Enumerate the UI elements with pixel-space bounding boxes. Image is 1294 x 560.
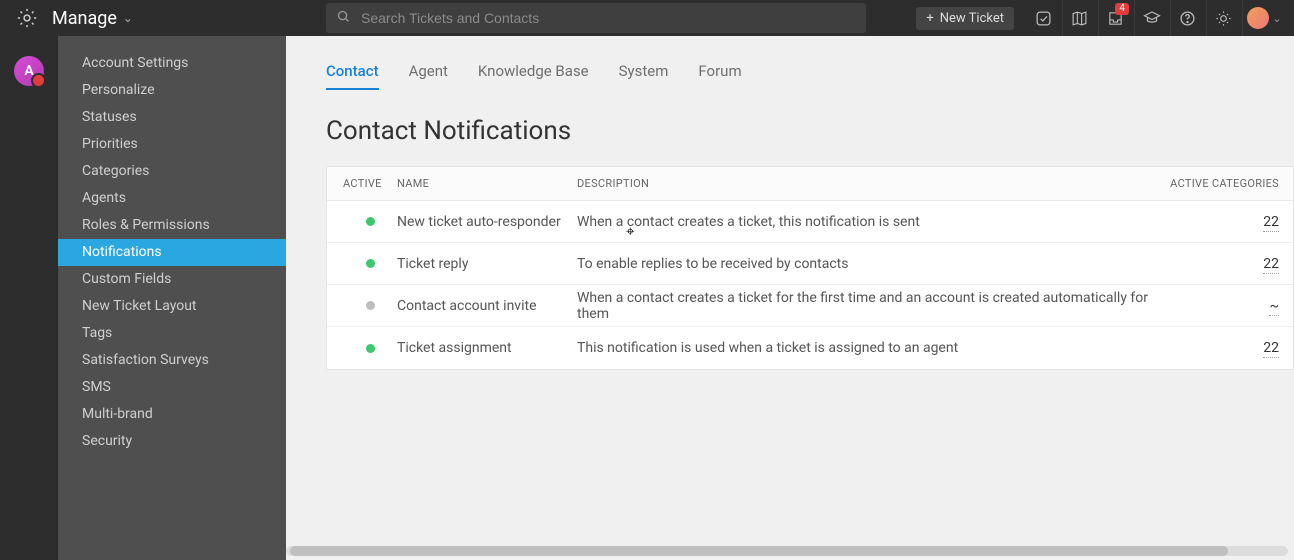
context-switcher[interactable]: Manage ⌄ [52, 8, 133, 29]
tab-system[interactable]: System [619, 62, 669, 90]
search-icon [336, 9, 351, 28]
row-name: New ticket auto-responder [397, 214, 577, 230]
row-name: Ticket reply [397, 256, 577, 272]
table-header: ACTIVE NAME DESCRIPTION ACTIVE CATEGORIE… [327, 167, 1293, 201]
status-dot [366, 217, 375, 226]
row-desc: This notification is used when a ticket … [577, 340, 1153, 356]
status-dot [366, 301, 375, 310]
sidebar-item-account-settings[interactable]: Account Settings [58, 50, 286, 77]
notification-tabs: Contact Agent Knowledge Base System Forum [326, 62, 1294, 90]
tab-knowledge-base[interactable]: Knowledge Base [478, 62, 589, 90]
table-row[interactable]: New ticket auto-responderWhen a contact … [327, 201, 1293, 243]
inbox-icon[interactable]: 4 [1098, 0, 1132, 36]
horizontal-scrollbar[interactable] [286, 546, 1288, 556]
scrollbar-thumb[interactable] [290, 546, 1228, 556]
col-active-header: ACTIVE [327, 177, 397, 190]
sidebar-item-personalize[interactable]: Personalize [58, 77, 286, 104]
settings-sidebar: Account SettingsPersonalizeStatusesPrior… [58, 36, 286, 560]
context-title: Manage [52, 8, 117, 29]
row-categories: 22 [1153, 340, 1293, 356]
sidebar-item-priorities[interactable]: Priorities [58, 131, 286, 158]
status-dot [366, 344, 375, 353]
col-cats-header: ACTIVE CATEGORIES [1153, 177, 1293, 190]
row-categories: ~ [1153, 298, 1293, 314]
col-desc-header: DESCRIPTION [577, 177, 1153, 190]
new-ticket-button[interactable]: + New Ticket [916, 7, 1014, 30]
academy-icon[interactable] [1134, 0, 1168, 36]
workspace-avatar[interactable]: A [14, 56, 44, 86]
tab-forum[interactable]: Forum [698, 62, 741, 90]
row-categories: 22 [1153, 256, 1293, 272]
chevron-down-icon: ⌄ [1272, 12, 1281, 25]
row-desc: When a contact creates a ticket, this no… [577, 214, 1153, 230]
table-row[interactable]: Ticket replyTo enable replies to be rece… [327, 243, 1293, 285]
sidebar-item-categories[interactable]: Categories [58, 158, 286, 185]
row-desc: When a contact creates a ticket for the … [577, 290, 1153, 322]
col-name-header: NAME [397, 177, 577, 190]
topbar: Manage ⌄ + New Ticket 4 [0, 0, 1294, 36]
table-row[interactable]: Ticket assignmentThis notification is us… [327, 327, 1293, 369]
notifications-table: ACTIVE NAME DESCRIPTION ACTIVE CATEGORIE… [326, 166, 1294, 370]
sidebar-item-custom-fields[interactable]: Custom Fields [58, 266, 286, 293]
left-rail: A [0, 36, 58, 560]
row-categories: 22 [1153, 214, 1293, 230]
sidebar-item-tags[interactable]: Tags [58, 320, 286, 347]
theme-icon[interactable] [1206, 0, 1240, 36]
sidebar-item-satisfaction-surveys[interactable]: Satisfaction Surveys [58, 347, 286, 374]
sidebar-item-roles-permissions[interactable]: Roles & Permissions [58, 212, 286, 239]
avatar [1247, 7, 1269, 29]
sidebar-item-notifications[interactable]: Notifications [58, 239, 286, 266]
sidebar-item-agents[interactable]: Agents [58, 185, 286, 212]
new-ticket-label: New Ticket [940, 11, 1004, 26]
row-name: Contact account invite [397, 298, 577, 314]
map-icon[interactable] [1062, 0, 1096, 36]
user-menu[interactable]: ⌄ [1242, 0, 1286, 36]
tab-contact[interactable]: Contact [326, 62, 379, 90]
status-dot [366, 259, 375, 268]
sidebar-item-statuses[interactable]: Statuses [58, 104, 286, 131]
main-content: Contact Agent Knowledge Base System Forum Co… [286, 36, 1294, 560]
table-row[interactable]: Contact account inviteWhen a contact cre… [327, 285, 1293, 327]
approve-icon[interactable] [1026, 0, 1060, 36]
row-desc: To enable replies to be received by cont… [577, 256, 1153, 272]
avatar-initial: A [24, 63, 33, 79]
tab-agent[interactable]: Agent [409, 62, 448, 90]
sidebar-item-new-ticket-layout[interactable]: New Ticket Layout [58, 293, 286, 320]
search-input[interactable] [361, 10, 856, 26]
row-name: Ticket assignment [397, 340, 577, 356]
plus-icon: + [926, 11, 933, 26]
gear-icon[interactable] [16, 7, 38, 29]
sidebar-item-sms[interactable]: SMS [58, 374, 286, 401]
sidebar-item-multi-brand[interactable]: Multi-brand [58, 401, 286, 428]
help-icon[interactable] [1170, 0, 1204, 36]
chevron-down-icon: ⌄ [123, 11, 133, 25]
page-title: Contact Notifications [326, 116, 1294, 146]
notification-badge: 4 [1115, 3, 1129, 15]
sidebar-item-security[interactable]: Security [58, 428, 286, 455]
global-search[interactable] [326, 3, 866, 33]
